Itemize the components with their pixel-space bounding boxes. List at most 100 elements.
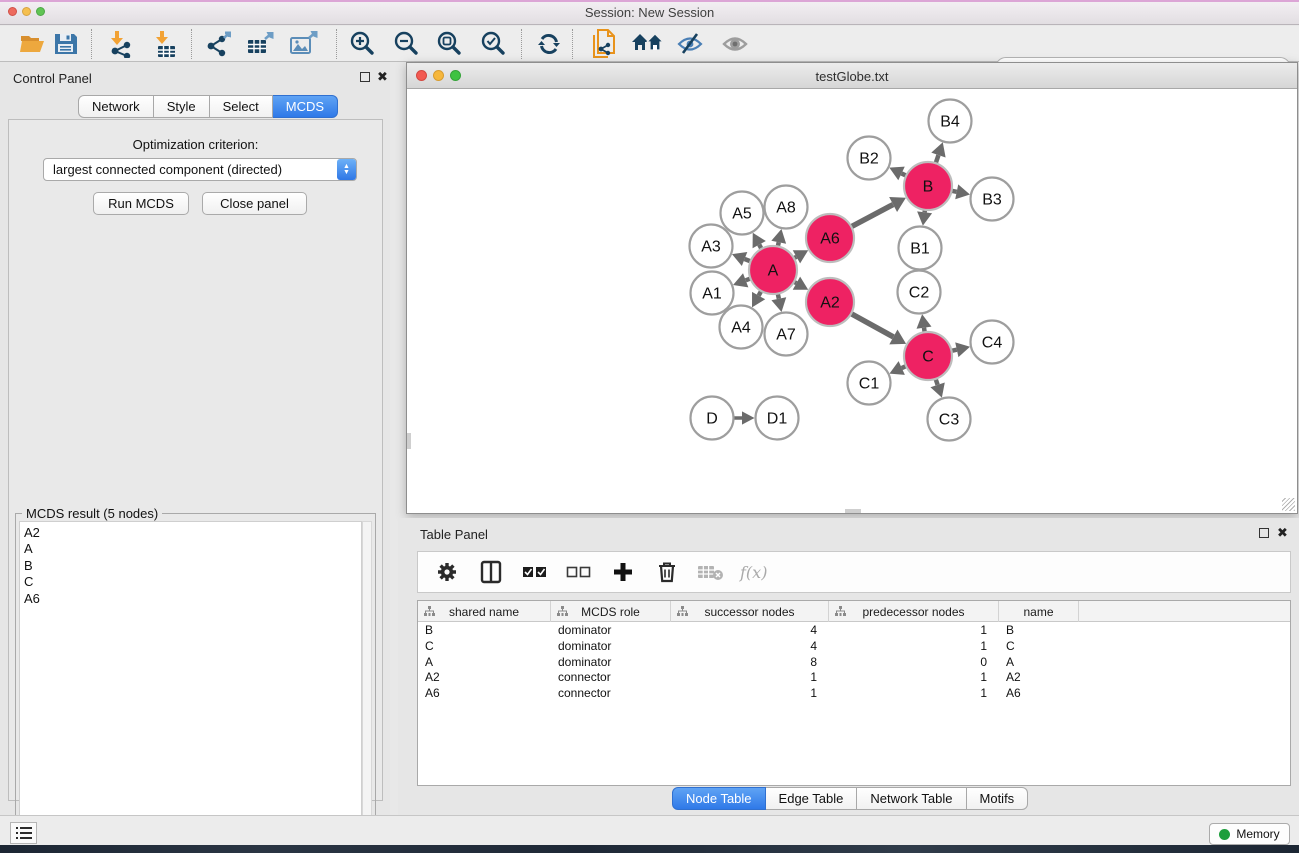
mcds-result-item[interactable]: A6 — [24, 591, 361, 607]
application-window: Session: New Session — [0, 0, 1299, 853]
table-cell: dominator — [551, 623, 671, 639]
table-cell: A6 — [418, 686, 551, 702]
graph-node-label: A1 — [702, 286, 722, 303]
graph-edge-arrowhead — [742, 411, 755, 424]
table-cell: A2 — [999, 670, 1079, 686]
float-panel-icon[interactable] — [360, 72, 370, 82]
desktop-background-strip — [0, 845, 1299, 853]
open-session-icon[interactable] — [16, 29, 50, 59]
mcds-list-scrollbar[interactable] — [362, 521, 372, 849]
session-title: Session: New Session — [0, 5, 1299, 20]
tab-motifs[interactable]: Motifs — [967, 787, 1029, 810]
zoom-fit-icon[interactable] — [432, 29, 466, 59]
zoom-selected-icon[interactable] — [476, 29, 510, 59]
table-row[interactable]: Bdominator41B — [418, 623, 1290, 639]
mcds-result-item[interactable]: A2 — [24, 525, 361, 541]
network-window-title: testGlobe.txt — [407, 69, 1297, 84]
open-network-file-icon[interactable] — [587, 29, 621, 59]
control-panel-title: Control Panel — [13, 71, 92, 86]
toolbar-separator — [336, 29, 337, 59]
home-icon[interactable] — [631, 29, 665, 59]
tree-icon — [835, 606, 846, 617]
network-window-titlebar[interactable]: testGlobe.txt — [407, 63, 1297, 89]
table-row[interactable]: Adominator80A — [418, 655, 1290, 671]
table-cell: 1 — [829, 670, 999, 686]
mcds-result-list[interactable]: A2ABCA6 — [19, 521, 362, 849]
canvas-vertical-scroll-nub[interactable] — [407, 433, 411, 449]
network-graph-canvas[interactable]: B4B2BB3A8A5A6A3B1AC2A1A2A4A7C4CC1C3DD1 — [408, 90, 1297, 513]
table-cell: B — [418, 623, 551, 639]
create-column-icon[interactable] — [608, 558, 638, 586]
tab-network-table[interactable]: Network Table — [857, 787, 966, 810]
table-cell: A2 — [418, 670, 551, 686]
mcds-result-item[interactable]: C — [24, 574, 361, 590]
export-table-icon[interactable] — [244, 29, 278, 59]
export-network-icon[interactable] — [202, 29, 236, 59]
table-cell: 4 — [671, 639, 829, 655]
status-bar: Memory — [0, 815, 1299, 845]
table-row[interactable]: A2connector11A2 — [418, 670, 1290, 686]
close-table-panel-icon[interactable]: ✖ — [1277, 528, 1288, 538]
tab-style[interactable]: Style — [154, 95, 210, 118]
delete-columns-icon[interactable] — [652, 558, 682, 586]
save-session-icon[interactable] — [49, 29, 83, 59]
graph-edge-arrowhead — [955, 184, 970, 199]
graph-edge-arrowhead — [771, 229, 786, 244]
mcds-result-item[interactable]: A — [24, 541, 361, 557]
tab-node-table[interactable]: Node Table — [672, 787, 766, 810]
close-panel-button[interactable]: Close panel — [202, 192, 307, 215]
tab-network[interactable]: Network — [78, 95, 154, 118]
table-cell: 1 — [829, 686, 999, 702]
table-panel-title: Table Panel — [420, 527, 488, 542]
select-all-columns-icon[interactable] — [520, 558, 550, 586]
node-table-header: shared name MCDS role successor nodes pr… — [418, 601, 1290, 622]
table-panel: Table Panel ✖ f(x) — [398, 518, 1299, 815]
table-row[interactable]: Cdominator41C — [418, 639, 1290, 655]
tab-select[interactable]: Select — [210, 95, 273, 118]
optimization-criterion-dropdown[interactable]: largest connected component (directed) ▲… — [43, 158, 357, 181]
tree-icon — [557, 606, 568, 617]
control-panel: Control Panel ✖ Network Style Select MCD… — [0, 62, 390, 815]
task-history-button[interactable] — [10, 822, 37, 844]
canvas-horizontal-scroll-nub[interactable] — [845, 509, 861, 513]
table-cell: 1 — [671, 670, 829, 686]
graph-node-label: B3 — [982, 192, 1002, 209]
column-header-empty — [1079, 601, 1290, 622]
mcds-result-title: MCDS result (5 nodes) — [22, 506, 162, 521]
table-row[interactable]: A6connector11A6 — [418, 686, 1290, 702]
graph-node-label: A2 — [820, 295, 840, 312]
import-table-icon[interactable] — [149, 29, 183, 59]
show-columns-icon[interactable] — [476, 558, 506, 586]
column-header-predecessor-nodes[interactable]: predecessor nodes — [829, 601, 999, 622]
column-header-mcds-role[interactable]: MCDS role — [551, 601, 671, 622]
dropdown-stepper-icon: ▲▼ — [337, 159, 356, 180]
unselect-all-columns-icon[interactable] — [564, 558, 594, 586]
table-options-gear-icon[interactable] — [432, 558, 462, 586]
graph-node-label: C4 — [982, 335, 1003, 352]
run-mcds-button[interactable]: Run MCDS — [93, 192, 189, 215]
show-graphics-details-icon[interactable] — [719, 29, 753, 59]
toolbar-separator — [91, 29, 92, 59]
column-header-shared-name[interactable]: shared name — [418, 601, 551, 622]
import-network-icon[interactable] — [104, 29, 138, 59]
tab-mcds[interactable]: MCDS — [273, 95, 338, 118]
memory-button[interactable]: Memory — [1209, 823, 1290, 845]
table-cell: C — [999, 639, 1079, 655]
close-panel-icon[interactable]: ✖ — [377, 72, 388, 82]
float-table-panel-icon[interactable] — [1259, 528, 1269, 538]
control-panel-tabs: Network Style Select MCDS — [78, 95, 338, 118]
hide-graphics-details-icon[interactable] — [674, 29, 708, 59]
table-panel-tabs: Node Table Edge Table Network Table Moti… — [672, 787, 1028, 810]
tab-edge-table[interactable]: Edge Table — [766, 787, 858, 810]
zoom-in-icon[interactable] — [345, 29, 379, 59]
graph-node-label: A6 — [820, 231, 840, 248]
window-resize-grip[interactable] — [1282, 498, 1295, 511]
refresh-icon[interactable] — [532, 29, 566, 59]
toolbar-separator — [191, 29, 192, 59]
column-header-name[interactable]: name — [999, 601, 1079, 622]
mcds-result-item[interactable]: B — [24, 558, 361, 574]
column-header-successor-nodes[interactable]: successor nodes — [671, 601, 829, 622]
zoom-out-icon[interactable] — [389, 29, 423, 59]
table-cell: 1 — [829, 623, 999, 639]
export-image-icon[interactable] — [287, 29, 321, 59]
